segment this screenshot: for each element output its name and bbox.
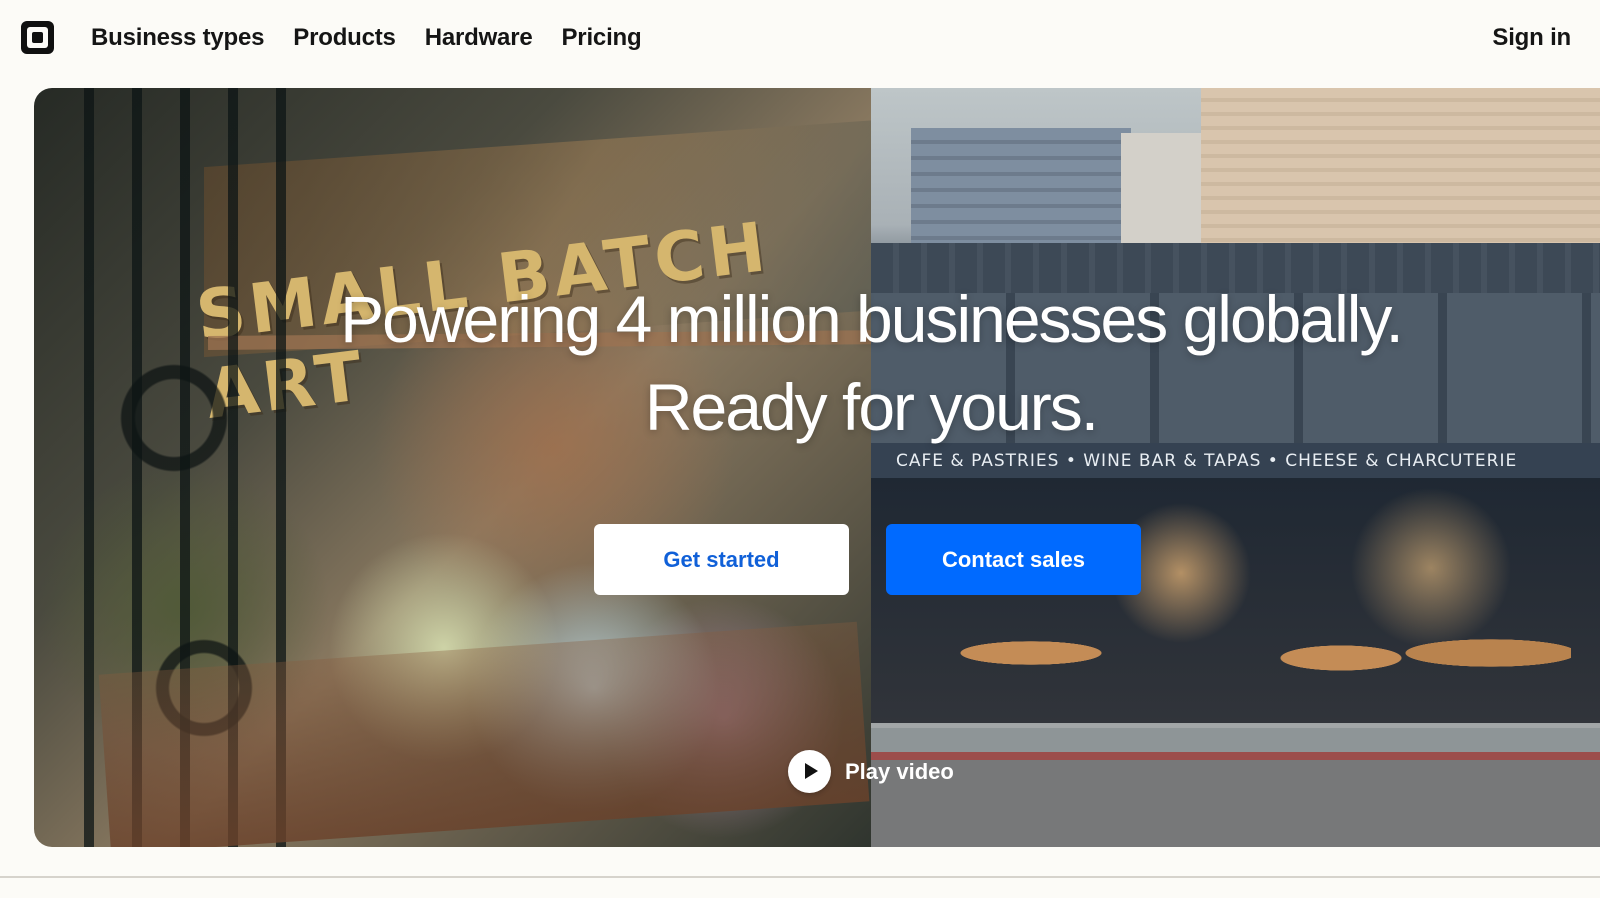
hero-headline: Powering 4 million businesses globally. … bbox=[292, 275, 1450, 451]
play-video-label: Play video bbox=[845, 758, 954, 784]
headline-line-1: Powering 4 million businesses globally. bbox=[340, 282, 1404, 356]
sign-in-link[interactable]: Sign in bbox=[1492, 22, 1571, 54]
play-icon bbox=[788, 750, 831, 793]
hero-left-shop-image: SMALL BATCH ART bbox=[34, 88, 888, 847]
hero-right-cafe-image: CAFE & PASTRIES • WINE BAR & TAPAS • CHE… bbox=[871, 88, 1600, 847]
main-nav: Business types Products Hardware Pricing bbox=[91, 22, 642, 54]
get-started-button[interactable]: Get started bbox=[594, 524, 849, 595]
building-facade-middle bbox=[1121, 133, 1201, 253]
top-navigation: Business types Products Hardware Pricing… bbox=[0, 0, 1600, 76]
nav-business-types[interactable]: Business types bbox=[91, 22, 264, 54]
nav-hardware[interactable]: Hardware bbox=[425, 22, 533, 54]
nav-products[interactable]: Products bbox=[293, 22, 396, 54]
play-video-button[interactable]: Play video bbox=[788, 750, 954, 793]
building-facade-right bbox=[1201, 88, 1600, 243]
sidewalk bbox=[871, 728, 1600, 847]
cafe-tables bbox=[931, 633, 1571, 743]
page-divider bbox=[0, 876, 1600, 878]
contact-sales-button[interactable]: Contact sales bbox=[886, 524, 1141, 595]
nav-pricing[interactable]: Pricing bbox=[562, 22, 642, 54]
headline-line-2: Ready for yours. bbox=[644, 370, 1099, 444]
square-logo-icon[interactable] bbox=[21, 21, 54, 54]
hero-section: SMALL BATCH ART CAFE & PASTRIES • WINE B… bbox=[34, 88, 1600, 847]
